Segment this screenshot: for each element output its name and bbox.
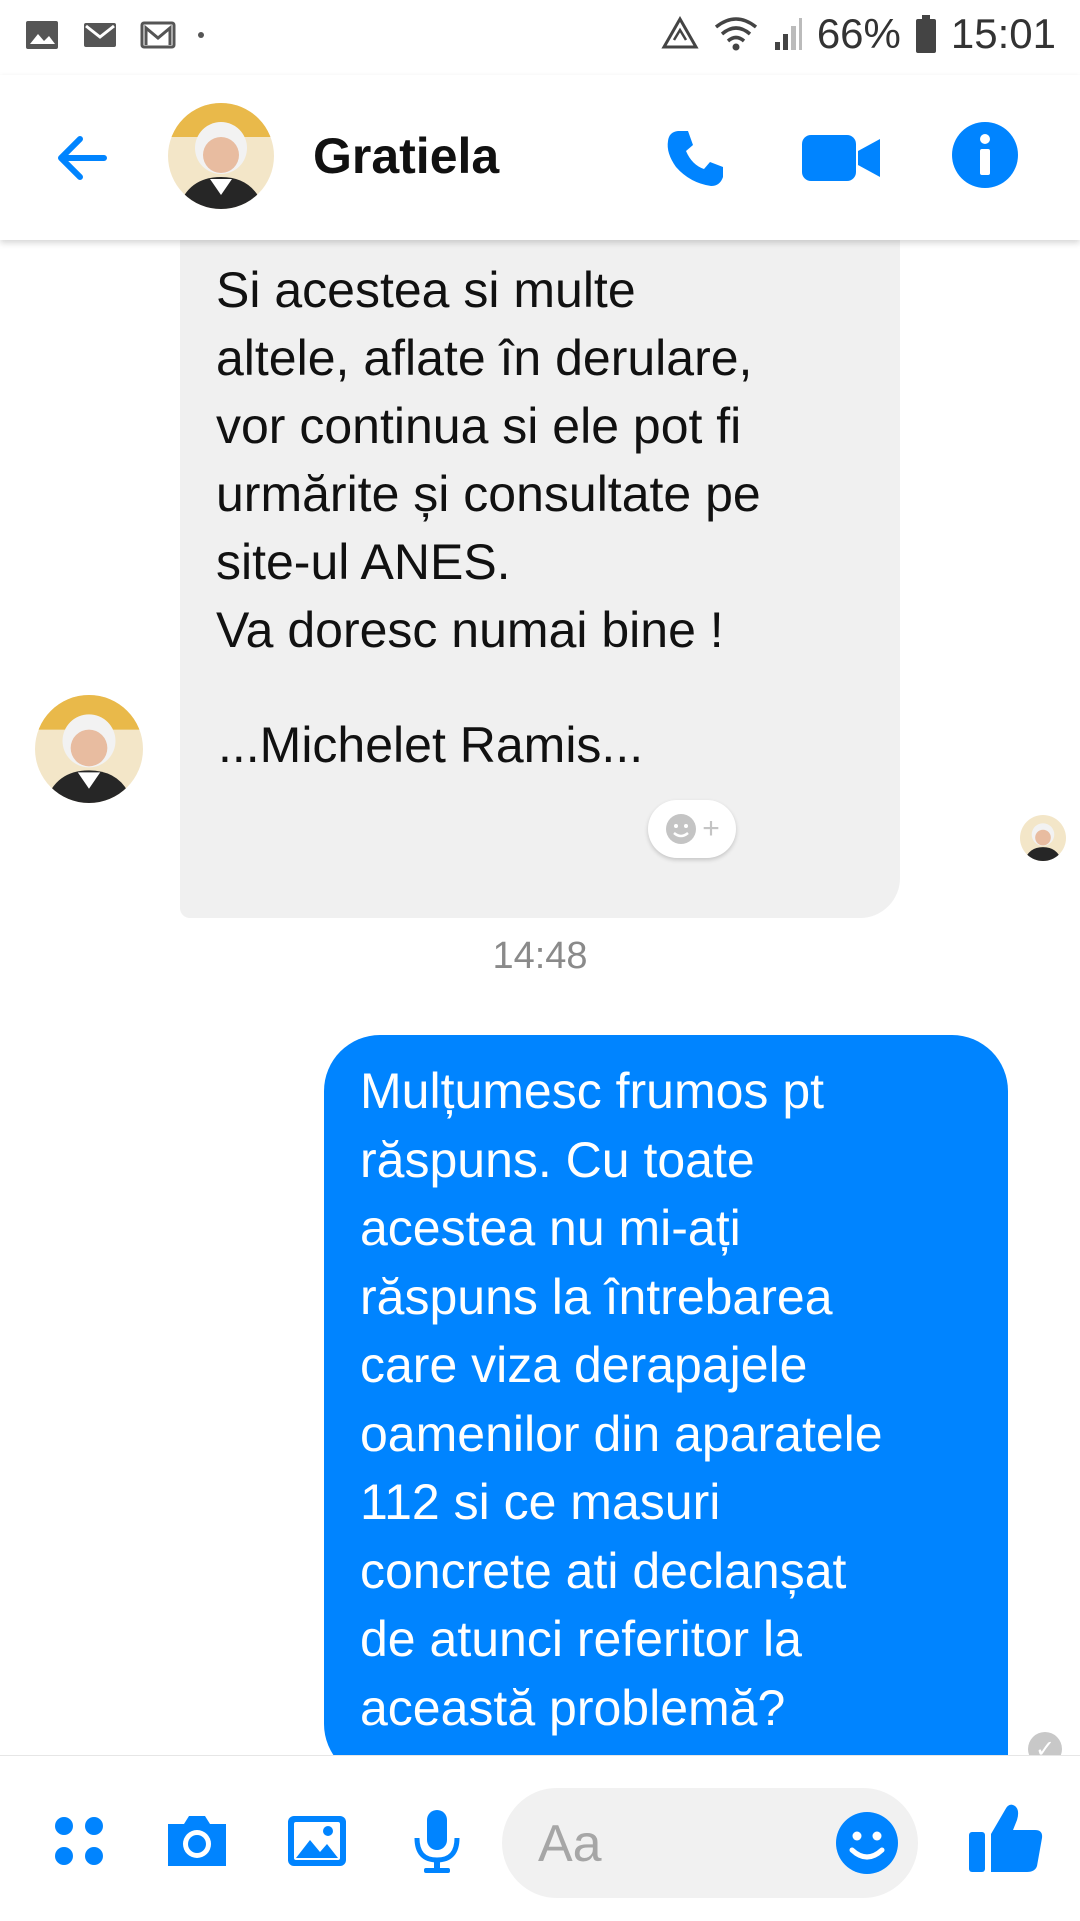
- message-line: acestea nu mi-ați: [360, 1200, 741, 1256]
- notification-icons: [24, 18, 204, 52]
- video-call-icon[interactable]: [800, 127, 882, 189]
- microphone-icon[interactable]: [402, 1806, 472, 1876]
- conversation-header: Gratiela: [0, 75, 1080, 240]
- message-input[interactable]: Aa: [502, 1788, 918, 1898]
- more-dot: [198, 32, 204, 38]
- battery-percent: 66%: [816, 10, 901, 57]
- input-placeholder: Aa: [538, 1815, 602, 1873]
- message-line: răspuns la întrebarea: [360, 1268, 833, 1325]
- message-line: care viza derapajele: [360, 1337, 808, 1393]
- smiley-add-icon: [666, 814, 697, 844]
- message-line: Mulțumesc frumos pt: [360, 1063, 825, 1119]
- back-arrow-icon[interactable]: [48, 123, 118, 193]
- status-bar: 66% 15:01: [0, 0, 1080, 75]
- thumbs-up-icon[interactable]: [965, 1796, 1047, 1878]
- plus-icon: +: [702, 812, 720, 845]
- battery-icon: [915, 15, 936, 53]
- message-line: vor continua si ele pot fi: [216, 398, 742, 454]
- outgoing-message-bubble[interactable]: Mulțumesc frumos pt răspuns. Cu toate ac…: [324, 1035, 1008, 1755]
- clock: 15:01: [950, 10, 1056, 57]
- contact-avatar[interactable]: [168, 103, 274, 209]
- message-line: Si acestea si multe: [216, 262, 636, 318]
- message-thread[interactable]: Si acestea si multe altele, aflate în de…: [0, 240, 1080, 1755]
- add-reaction-button[interactable]: +: [648, 800, 736, 858]
- message-timestamp: 14:48: [492, 935, 588, 977]
- message-line: site-ul ANES.: [216, 534, 511, 590]
- contact-name[interactable]: Gratiela: [313, 127, 499, 185]
- signal-icon: [774, 18, 802, 50]
- system-status: 66% 15:01: [661, 10, 1056, 58]
- image-notification-icon: [26, 21, 58, 49]
- apps-grid-icon[interactable]: [44, 1806, 114, 1876]
- info-icon[interactable]: [950, 120, 1020, 190]
- gmail-notification-icon: [140, 21, 176, 49]
- message-line: această problemă?: [360, 1679, 786, 1736]
- message-line: 112 si ce masuri: [360, 1474, 721, 1530]
- gallery-icon[interactable]: [282, 1806, 352, 1876]
- phone-call-icon[interactable]: [660, 123, 730, 193]
- email-notification-icon: [84, 23, 116, 47]
- wifi-icon: [714, 17, 757, 51]
- incoming-message-bubble[interactable]: ...Michelet Ramis...: [180, 686, 740, 804]
- incoming-message-bubble[interactable]: Si acestea si multe altele, aflate în de…: [180, 240, 900, 918]
- message-line: concrete ati declanșat: [360, 1542, 847, 1599]
- emoji-icon[interactable]: [832, 1808, 902, 1878]
- message-line: răspuns. Cu toate: [360, 1131, 755, 1188]
- sent-check-icon: ✓: [1028, 1732, 1062, 1755]
- message-line: altele, aflate în derulare,: [216, 330, 753, 386]
- message-composer: Aa: [0, 1755, 1080, 1921]
- message-line: Va doresc numai bine !: [216, 602, 724, 658]
- camera-icon[interactable]: [162, 1806, 232, 1876]
- message-line: de atunci referitor la: [360, 1611, 802, 1667]
- sender-avatar[interactable]: [35, 695, 143, 803]
- data-saver-icon: [661, 16, 699, 49]
- message-line: oamenilor din aparatele: [360, 1405, 883, 1462]
- message-line: urmărite și consultate pe: [216, 466, 761, 522]
- seen-receipt-avatar: [1020, 815, 1066, 861]
